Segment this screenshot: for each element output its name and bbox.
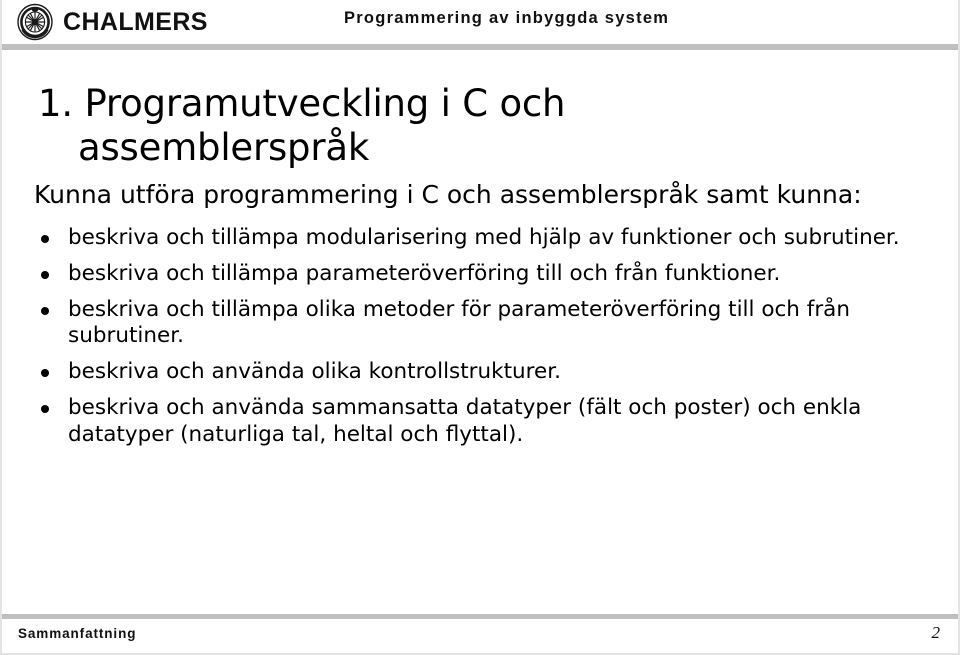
bullet-dot-icon bbox=[41, 405, 49, 414]
bullet-dot-icon bbox=[41, 234, 49, 243]
presentation-slide: CHALMERS Programmering av inbyggda syste… bbox=[0, 0, 960, 655]
list-item: beskriva och tillämpa olika metoder för … bbox=[38, 297, 928, 351]
bullet-dot-icon bbox=[41, 306, 49, 315]
list-item: beskriva och använda sammansatta datatyp… bbox=[38, 395, 928, 449]
list-item-text: beskriva och tillämpa modularisering med… bbox=[68, 224, 900, 250]
slide-header: CHALMERS Programmering av inbyggda syste… bbox=[2, 0, 958, 44]
slide-title-line-1: 1. Programutveckling i C och bbox=[38, 82, 566, 125]
list-item: beskriva och tillämpa parameteröverförin… bbox=[38, 261, 928, 288]
slide-body: 1. Programutveckling i C och assemblersp… bbox=[2, 56, 960, 458]
page-number: 2 bbox=[931, 623, 941, 642]
list-item: beskriva och tillämpa modularisering med… bbox=[38, 225, 928, 252]
header-divider bbox=[2, 44, 958, 50]
list-item-text: beskriva och använda sammansatta datatyp… bbox=[68, 395, 862, 448]
chalmers-logo: CHALMERS bbox=[16, 2, 208, 42]
footer-section-label: Sammanfattning bbox=[18, 625, 137, 641]
bullet-dot-icon bbox=[41, 270, 49, 279]
slide-subtitle: Kunna utföra programmering i C och assem… bbox=[34, 180, 862, 210]
chalmers-crest-icon bbox=[16, 3, 54, 41]
slide-title: 1. Programutveckling i C och assemblersp… bbox=[2, 56, 960, 169]
learning-outcomes-list: beskriva och tillämpa modularisering med… bbox=[2, 211, 960, 449]
list-item: beskriva och använda olika kontrollstruk… bbox=[38, 359, 928, 386]
list-item-text: beskriva och tillämpa parameteröverförin… bbox=[68, 260, 781, 286]
slide-footer: Sammanfattning 2 bbox=[2, 619, 958, 653]
slide-title-line-2: assemblerspråk bbox=[78, 125, 370, 169]
chalmers-logo-text: CHALMERS bbox=[63, 7, 208, 36]
bullet-dot-icon bbox=[41, 369, 49, 378]
course-title: Programmering av inbyggda system bbox=[344, 9, 670, 27]
list-item-text: beskriva och tillämpa olika metoder för … bbox=[68, 296, 850, 349]
list-item-text: beskriva och använda olika kontrollstruk… bbox=[68, 359, 561, 385]
